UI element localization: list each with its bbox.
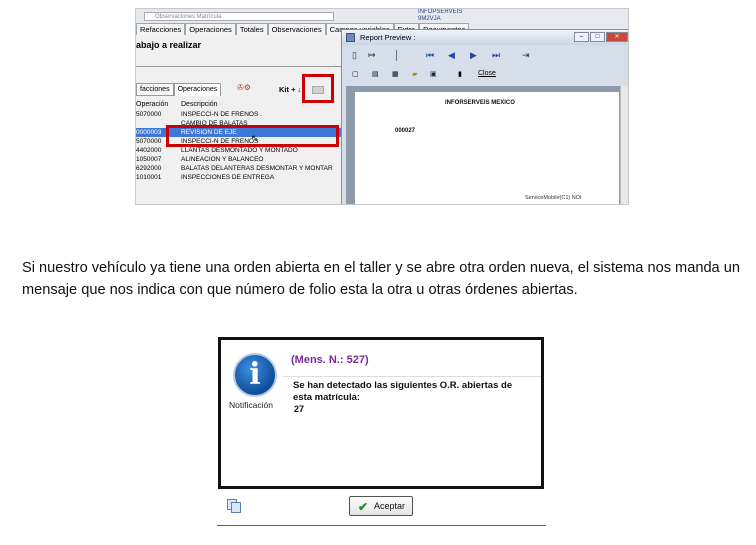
tab-refacciones[interactable]: Refacciones	[136, 23, 186, 35]
row-code: 0000003	[136, 129, 162, 136]
copy-icon[interactable]	[227, 499, 241, 513]
table-row[interactable]: 1050007 ALINEACION Y BALANCEO	[136, 155, 356, 164]
split-icon[interactable]: │	[394, 50, 400, 60]
notification-dialog: i Notificación (Mens. N.: 527) Se han de…	[217, 337, 546, 526]
column-header-descripcion[interactable]: Descripción	[181, 101, 218, 108]
title-divider	[283, 376, 541, 377]
report-company-header: INFORSERVEIS MEXICO	[445, 100, 515, 106]
last-page-icon[interactable]: ⏭	[492, 50, 500, 61]
message-text: Se han detectado las siguientes O.R. abi…	[293, 380, 513, 403]
window-controls: – □ ✕	[574, 32, 628, 42]
report-page: INFORSERVEIS MEXICO 000027 ServiceMobile…	[355, 92, 619, 204]
row-desc: LLANTAS DESMONTADO Y MONTADO	[181, 147, 298, 154]
row-desc: BALATAS DELANTERAS DESMONTAR Y MONTAR	[181, 165, 333, 172]
row-code: 5070000	[136, 138, 162, 145]
application-screenshot: Observaciones Matrícula INFOPSERVEIS 9M2…	[135, 8, 629, 205]
tab-operaciones[interactable]: Operaciones	[185, 23, 236, 35]
tools-icon[interactable]: ✇⚙	[237, 83, 251, 92]
report-preview-title: Report Preview :	[360, 33, 416, 42]
printer-setup-icon[interactable]: ▦	[392, 70, 399, 78]
save-icon[interactable]: ▣	[430, 70, 437, 78]
navigation-toolbar: ▯ ↦ │ ⏮ ◀ ▶ ⏭ ⇥	[346, 49, 627, 65]
zoom-icon[interactable]: ⇥	[522, 50, 530, 61]
subtab-operaciones[interactable]: Operaciones	[173, 83, 222, 96]
page-icon[interactable]: ▯	[352, 50, 357, 61]
table-row[interactable]: 6292000 BALATAS DELANTERAS DESMONTAR Y MO…	[136, 164, 356, 173]
maximize-button[interactable]: □	[590, 32, 605, 42]
row-desc: ALINEACION Y BALANCEO	[181, 156, 264, 163]
print-icon[interactable]: ▤	[372, 70, 379, 78]
open-folder-icon[interactable]: ▰	[412, 70, 417, 78]
tab-observaciones[interactable]: Observaciones	[267, 23, 326, 35]
column-header-operacion[interactable]: Operación	[136, 101, 168, 108]
tab-totales[interactable]: Totales	[235, 23, 268, 35]
notification-frame: i Notificación (Mens. N.: 527) Se han de…	[218, 337, 544, 489]
new-icon[interactable]: ▢	[352, 70, 359, 78]
work-title: abajo a realizar	[136, 40, 202, 50]
open-order-number: 27	[294, 404, 305, 414]
report-folio: 000027	[395, 128, 416, 134]
explanation-paragraph: Si nuestro vehículo ya tiene una orden a…	[22, 260, 740, 298]
table-row[interactable]: 4402000 LLANTAS DESMONTADO Y MONTADO	[136, 146, 356, 155]
row-code: 1010001	[136, 174, 162, 181]
highlight-printer-box	[302, 74, 334, 103]
divider	[136, 66, 346, 67]
notification-label: Notificación	[229, 400, 273, 410]
info-i-glyph: i	[249, 357, 261, 392]
observaciones-matricula-field[interactable]: Observaciones Matrícula	[144, 12, 334, 21]
prev-page-icon[interactable]: ◀	[448, 50, 455, 61]
row-code: 5070000	[136, 111, 162, 118]
vehicle-info-line-1: INFOPSERVEIS	[418, 9, 463, 15]
subtab-refacciones[interactable]: facciones	[136, 83, 174, 96]
next-page-icon[interactable]: ▶	[470, 50, 477, 61]
vertical-scrollbar[interactable]	[620, 86, 628, 204]
report-footer: ServiceMobile(C1) NOI	[525, 195, 582, 201]
report-icon	[346, 33, 355, 42]
operations-table-header: Operación Descripción	[136, 100, 346, 110]
mouse-cursor-icon: ↖	[251, 133, 259, 143]
close-report-button[interactable]: Close	[478, 70, 496, 77]
vehicle-info-line-2: 9M2VJA	[418, 16, 441, 22]
accept-button-label: Aceptar	[374, 501, 406, 511]
vehicle-info: INFOPSERVEIS 9M2VJA	[418, 9, 462, 23]
row-code: 4402000	[136, 147, 162, 154]
accept-button[interactable]: ✔ Aceptar	[349, 496, 413, 516]
info-icon: i	[233, 353, 277, 397]
cursor-icon[interactable]: ↦	[368, 50, 376, 61]
minimize-button[interactable]: –	[574, 32, 589, 42]
table-row[interactable]: 5070000 INSPECCI-N DE FRENOS .	[136, 110, 356, 119]
row-code: 1050007	[136, 156, 162, 163]
table-row[interactable]: 1010001 INSPECCIONES DE ENTREGA	[136, 173, 356, 182]
close-window-button[interactable]: ✕	[606, 32, 628, 42]
report-preview-titlebar: Report Preview : – □ ✕	[342, 30, 628, 45]
sub-tabs: facciones Operaciones	[136, 83, 222, 96]
kit-button[interactable]: Kit + ↓	[279, 85, 301, 94]
action-toolbar: ▢ ▤ ▦ ▰ ▣ ▮ Close	[346, 67, 627, 83]
row-desc: INSPECCI-N DE FRENOS .	[181, 111, 262, 118]
first-page-icon[interactable]: ⏮	[426, 50, 434, 61]
row-desc: INSPECCIONES DE ENTREGA	[181, 174, 275, 181]
row-code: 6292000	[136, 165, 162, 172]
exit-icon[interactable]: ▮	[458, 70, 462, 78]
checkmark-icon: ✔	[358, 500, 369, 514]
message-number-title: (Mens. N.: 527)	[291, 354, 369, 366]
